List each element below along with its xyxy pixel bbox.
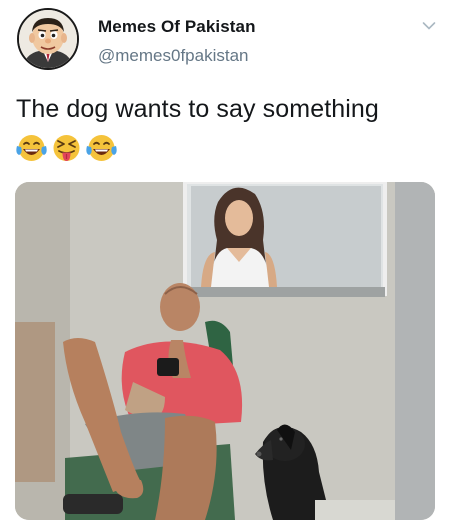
chevron-down-icon[interactable] xyxy=(422,21,436,31)
tweet-text: The dog wants to say something xyxy=(16,95,379,123)
avatar[interactable] xyxy=(17,8,79,70)
face-with-tears-of-joy-icon xyxy=(16,135,47,161)
cartoon-man-icon xyxy=(19,10,77,68)
display-name[interactable]: Memes Of Pakistan xyxy=(98,17,256,37)
tweet-photo[interactable] xyxy=(15,182,435,520)
squinting-face-with-tongue-icon xyxy=(53,135,80,161)
face-with-tears-of-joy-icon xyxy=(86,135,117,161)
emoji-row xyxy=(15,133,118,163)
user-handle[interactable]: @memes0fpakistan xyxy=(98,46,249,66)
photo-illustration xyxy=(15,182,435,520)
